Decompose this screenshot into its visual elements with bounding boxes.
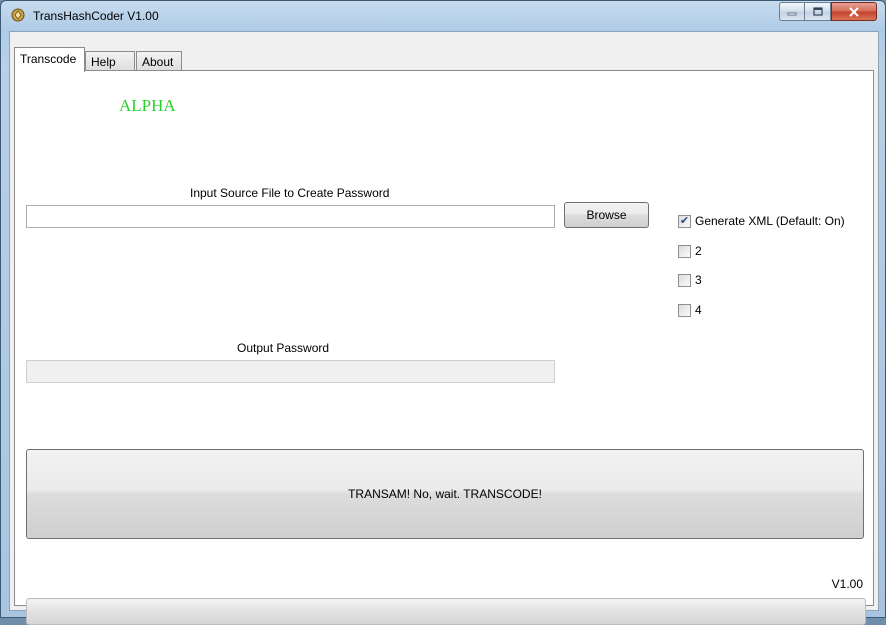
tab-transcode[interactable]: Transcode (14, 47, 85, 72)
output-password-input[interactable] (27, 361, 554, 382)
title-bar[interactable]: TransHashCoder V1.00 (1, 1, 885, 31)
option-label: 2 (695, 244, 702, 258)
option-label: Generate XML (Default: On) (695, 214, 845, 228)
option-3-checkbox[interactable] (678, 273, 691, 287)
option-2-checkbox[interactable] (678, 244, 691, 258)
app-icon (11, 8, 25, 22)
option-label: 4 (695, 303, 702, 317)
option-4[interactable]: 4 (678, 302, 702, 318)
transcode-button-label: TRANSAM! No, wait. TRANSCODE! (348, 487, 542, 501)
tab-label: Help (91, 55, 116, 69)
maximize-icon (812, 7, 823, 16)
app-window: TransHashCoder V1.00 Transcode Help Abou… (0, 0, 886, 625)
browse-button[interactable]: Browse (564, 202, 649, 228)
source-file-input[interactable] (27, 206, 554, 227)
option-2[interactable]: 2 (678, 243, 702, 259)
version-label: V1.00 (831, 577, 863, 591)
output-label: Output Password (237, 341, 330, 355)
tab-label: About (142, 55, 174, 69)
minimize-icon (787, 12, 797, 15)
checkmark-icon: ✔ (679, 214, 690, 227)
option-3[interactable]: 3 (678, 272, 702, 288)
client-area: Transcode Help About ALPHA Input Source … (9, 31, 879, 625)
tab-help[interactable]: Help (85, 51, 135, 72)
input-label: Input Source File to Create Password (190, 186, 390, 200)
option-4-checkbox[interactable] (678, 303, 691, 317)
stage-label: ALPHA (119, 96, 176, 115)
window-title: TransHashCoder V1.00 (33, 9, 159, 23)
transcode-button[interactable]: TRANSAM! No, wait. TRANSCODE! (26, 449, 864, 539)
close-button[interactable] (831, 2, 877, 21)
close-icon (849, 6, 859, 17)
output-password-field[interactable] (26, 360, 555, 383)
tab-about[interactable]: About (136, 51, 182, 72)
option-generate-xml[interactable]: ✔ Generate XML (Default: On) (678, 213, 845, 229)
minimize-button[interactable] (779, 2, 805, 21)
generate-xml-checkbox[interactable]: ✔ (678, 214, 691, 228)
progress-bar (26, 598, 866, 625)
source-file-field[interactable] (26, 205, 555, 228)
maximize-button[interactable] (805, 2, 831, 21)
transcode-panel: ALPHA Input Source File to Create Passwo… (14, 70, 874, 625)
browse-label: Browse (586, 208, 627, 222)
option-label: 3 (695, 273, 702, 287)
tab-label: Transcode (20, 52, 77, 66)
